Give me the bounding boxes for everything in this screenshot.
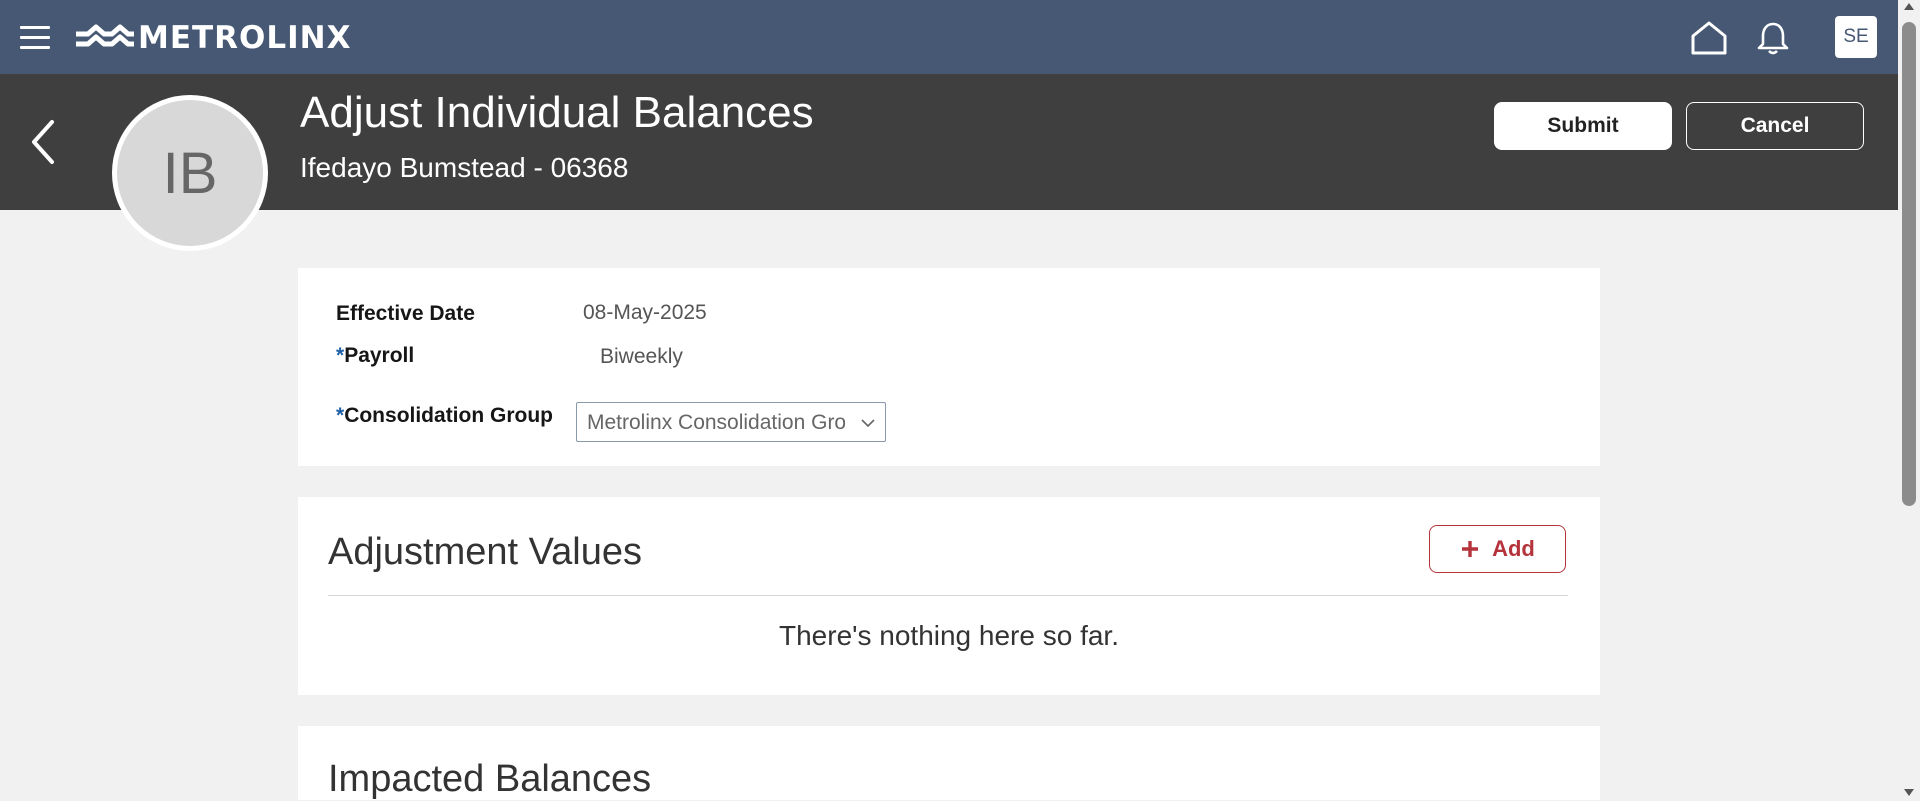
consolidation-group-select[interactable]: Metrolinx Consolidation Group [576,402,886,442]
effective-date-label: Effective Date [336,302,475,325]
chevron-down-icon [861,419,875,428]
required-mark: * [336,344,345,367]
impacted-balances-card: Impacted Balances [298,726,1600,800]
scroll-down-arrow-icon[interactable] [1904,789,1914,796]
page-scrollbar[interactable] [1898,0,1920,800]
plus-icon [1462,541,1479,557]
metrolinx-logo[interactable]: METROLINX [74,18,352,58]
person-avatar: IB [112,95,268,251]
submit-button[interactable]: Submit [1494,102,1672,150]
scrollbar-thumb[interactable] [1902,22,1916,506]
person-name-number: Ifedayo Bumstead - 06368 [300,152,629,183]
payroll-label-text: Payroll [344,344,415,367]
page-title: Adjust Individual Balances [300,88,814,137]
payroll-label: *Payroll [336,344,414,368]
payroll-value: Biweekly [600,345,683,368]
scroll-up-arrow-icon[interactable] [1904,3,1914,10]
consolidation-group-label-text: Consolidation Group [344,404,553,427]
bell-icon[interactable] [1756,20,1790,56]
consolidation-group-label: *Consolidation Group [336,404,553,428]
top-navigation-bar: METROLINX SE [0,0,1898,74]
impacted-balances-title: Impacted Balances [328,758,652,800]
balance-details-card: Effective Date 08-May-2025 *Payroll Biwe… [298,268,1600,466]
add-button[interactable]: Add [1429,525,1566,573]
required-mark: * [336,404,345,427]
home-icon[interactable] [1690,20,1728,56]
add-button-label: Add [1492,536,1535,561]
adjustment-values-title: Adjustment Values [328,531,643,573]
consolidation-group-value: Metrolinx Consolidation Group [587,411,845,434]
adjustment-values-card: Adjustment Values Add There's nothing he… [298,497,1600,695]
empty-state-message: There's nothing here so far. [779,620,1119,651]
hamburger-menu-icon[interactable] [20,26,50,50]
back-arrow-icon[interactable] [26,116,58,168]
section-divider [328,595,1568,596]
brand-name: METROLINX [138,20,352,56]
cancel-button[interactable]: Cancel [1686,102,1864,150]
effective-date-value: 08-May-2025 [583,301,707,324]
user-avatar[interactable]: SE [1835,16,1877,58]
metrolinx-logo-icon [76,24,134,47]
